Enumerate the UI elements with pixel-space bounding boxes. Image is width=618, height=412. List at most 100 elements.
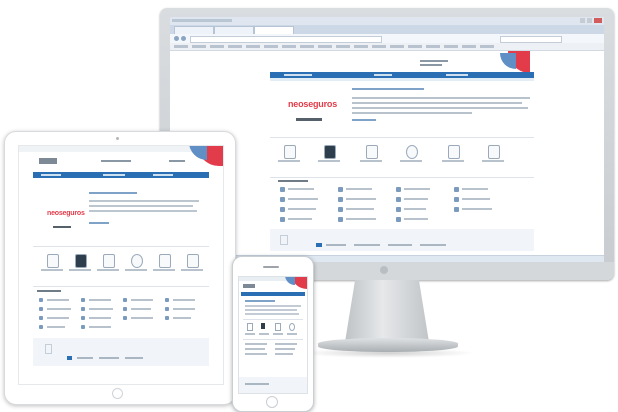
service-tile[interactable] [125,254,147,282]
back-icon[interactable] [174,36,179,41]
service-tile[interactable] [278,145,300,173]
maximize-icon[interactable] [587,18,592,23]
nav-item[interactable] [103,174,125,176]
footer-link[interactable] [77,357,93,359]
nav-item[interactable] [284,74,312,76]
service-tile[interactable] [153,254,175,282]
list-item[interactable] [131,317,153,319]
bookmark-item[interactable] [354,45,368,48]
bookmark-item[interactable] [264,45,278,48]
list-item[interactable] [275,343,297,345]
list-item[interactable] [89,326,111,328]
bookmark-item[interactable] [318,45,332,48]
list-item[interactable] [346,208,374,210]
list-item[interactable] [131,299,153,301]
footer-link[interactable] [354,244,380,246]
home-button[interactable] [266,396,278,408]
list-item[interactable] [346,188,372,190]
list-item[interactable] [131,308,151,310]
bookmark-item[interactable] [426,45,440,48]
list-item[interactable] [462,188,488,190]
list-item[interactable] [346,218,376,220]
bookmark-item[interactable] [462,45,476,48]
list-item[interactable] [404,218,428,220]
list-item[interactable] [404,198,428,200]
list-item[interactable] [462,208,492,210]
list-item[interactable] [462,198,490,200]
bookmark-item[interactable] [444,45,458,48]
list-item[interactable] [47,317,69,319]
service-tile[interactable] [97,254,119,282]
forward-icon[interactable] [181,36,186,41]
service-tile[interactable] [69,254,91,282]
list-item[interactable] [89,308,113,310]
list-item[interactable] [288,198,318,200]
footer-link[interactable] [326,244,346,246]
list-item[interactable] [288,208,316,210]
footer-link[interactable] [245,383,269,385]
bookmark-item[interactable] [228,45,242,48]
bookmark-item[interactable] [372,45,386,48]
bookmark-item[interactable] [246,45,260,48]
service-tile[interactable] [442,145,464,173]
service-tile[interactable] [482,145,504,173]
list-item[interactable] [245,353,267,355]
list-item[interactable] [275,348,295,350]
tablet-site-logo[interactable]: neoseguros [47,210,85,217]
list-item[interactable] [173,317,191,319]
home-button[interactable] [112,388,123,399]
bookmark-item[interactable] [210,45,224,48]
close-icon[interactable] [594,18,602,23]
service-tile[interactable] [181,254,203,282]
phone-service-icon[interactable] [261,323,265,329]
phone-nav[interactable] [241,292,305,296]
list-item[interactable] [173,299,195,301]
intro-link[interactable] [89,222,109,224]
nav-item[interactable] [153,174,173,176]
nav-item[interactable] [446,74,468,76]
nav-item[interactable] [374,74,392,76]
footer-link[interactable] [99,357,119,359]
service-icon[interactable] [275,323,281,331]
bookmark-item[interactable] [408,45,422,48]
service-tile[interactable] [318,145,340,173]
bookmark-item[interactable] [300,45,314,48]
list-item[interactable] [173,308,195,310]
bookmark-item[interactable] [282,45,296,48]
browser-tab[interactable] [174,26,214,34]
list-item[interactable] [245,343,267,345]
browser-tab-active[interactable] [254,26,294,34]
bookmark-item[interactable] [192,45,206,48]
bookmark-item[interactable] [336,45,350,48]
footer-link[interactable] [125,357,143,359]
list-item[interactable] [47,299,69,301]
service-icon[interactable] [289,323,295,331]
bookmark-item[interactable] [480,45,494,48]
list-item[interactable] [404,188,430,190]
list-item[interactable] [245,348,265,350]
bookmark-item[interactable] [390,45,404,48]
browser-search-input[interactable] [500,36,562,43]
browser-tab[interactable] [214,26,254,34]
list-item[interactable] [346,198,376,200]
list-item[interactable] [47,308,71,310]
list-item[interactable] [89,299,111,301]
site-logo[interactable]: neoseguros [288,99,337,109]
footer-link[interactable] [388,244,412,246]
list-item[interactable] [89,317,111,319]
url-input[interactable] [190,36,382,43]
list-item[interactable] [404,208,426,210]
list-item[interactable] [275,353,293,355]
service-tile[interactable] [360,145,382,173]
list-item[interactable] [288,218,312,220]
minimize-icon[interactable] [580,18,585,23]
list-item[interactable] [47,326,65,328]
footer-link[interactable] [420,244,446,246]
nav-item[interactable] [41,174,61,176]
service-tile[interactable] [400,145,422,173]
bookmark-item[interactable] [174,45,188,48]
service-tile[interactable] [41,254,63,282]
service-icon[interactable] [247,323,253,331]
intro-link[interactable] [352,119,376,121]
list-item[interactable] [288,188,314,190]
